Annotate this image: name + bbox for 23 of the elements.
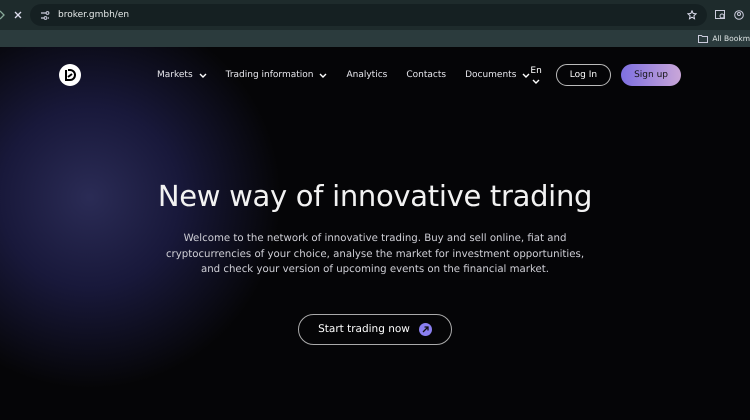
tab-search-icon[interactable] bbox=[715, 10, 726, 20]
address-bar[interactable]: broker.gmbh/en bbox=[30, 4, 707, 26]
url-text: broker.gmbh/en bbox=[58, 10, 130, 20]
close-icon[interactable] bbox=[14, 11, 22, 19]
profile-icon[interactable] bbox=[734, 10, 744, 20]
signup-button[interactable]: Sign up bbox=[621, 64, 681, 86]
nav-link[interactable]: Markets bbox=[157, 70, 207, 80]
chevron-down-icon bbox=[198, 72, 207, 78]
forward-icon[interactable] bbox=[0, 10, 6, 20]
hero-description: Welcome to the network of innovative trading. Buy and sell online, fiat and cryptocurrencies of your choice, analyse the market for investment opportunities, and check your version of upcoming events on the financial market. bbox=[165, 232, 585, 277]
nav-link[interactable]: Analytics bbox=[346, 70, 388, 80]
nav-link[interactable]: Documents bbox=[465, 70, 530, 80]
chevron-down-icon bbox=[319, 72, 328, 78]
nav-link[interactable]: Contacts bbox=[406, 70, 446, 80]
logo-icon[interactable] bbox=[59, 64, 81, 86]
login-button[interactable]: Log In bbox=[556, 64, 612, 86]
folder-icon[interactable] bbox=[698, 34, 708, 42]
hero-title: New way of innovative trading bbox=[158, 179, 592, 213]
site-settings-icon[interactable] bbox=[40, 10, 50, 20]
star-icon[interactable] bbox=[687, 10, 697, 20]
nav-link[interactable]: Trading information bbox=[226, 70, 328, 80]
language-selector[interactable]: En bbox=[530, 66, 542, 84]
start-trading-button[interactable]: Start trading now bbox=[298, 314, 452, 344]
